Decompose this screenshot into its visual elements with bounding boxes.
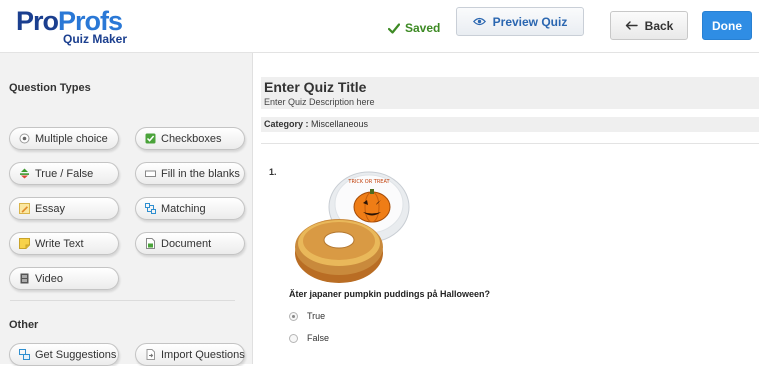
question-number: 1. (269, 167, 277, 177)
video-label: Video (35, 272, 63, 285)
back-label: Back (644, 18, 674, 33)
radio-icon (19, 133, 30, 144)
checkbox-icon (145, 133, 156, 144)
pudding-graphic (295, 219, 383, 283)
quiz-description-field[interactable]: Enter Quiz Description here (264, 97, 375, 107)
note-icon (19, 238, 30, 249)
saved-status: Saved (388, 21, 440, 35)
matching-label: Matching (161, 202, 206, 215)
document-button[interactable]: Document (135, 232, 245, 255)
saved-label: Saved (405, 21, 441, 35)
arrow-left-icon (625, 21, 638, 30)
answer-false-label: False (307, 333, 330, 343)
top-bar: ProProfs Quiz Maker Saved Preview Quiz B… (0, 0, 759, 53)
answer-true-label: True (307, 311, 326, 321)
video-button[interactable]: Video (9, 267, 119, 290)
logo-pro: Pro (16, 6, 59, 36)
done-label: Done (712, 18, 742, 33)
answer-option-true[interactable]: True (289, 311, 325, 321)
answer-option-false[interactable]: False (289, 333, 329, 343)
checkboxes-label: Checkboxes (161, 132, 222, 145)
import-questions-button[interactable]: Import Questions (135, 343, 245, 366)
essay-label: Essay (35, 202, 65, 215)
film-icon (19, 273, 30, 284)
multiple-choice-label: Multiple choice (35, 132, 108, 145)
fill-in-the-blanks-label: Fill in the blanks (161, 167, 240, 180)
write-text-label: Write Text (35, 237, 84, 250)
eye-icon (472, 17, 486, 26)
true-false-icon (19, 168, 30, 179)
question-text[interactable]: Äter japaner pumpkin puddings på Hallowe… (289, 289, 490, 299)
get-suggestions-label: Get Suggestions (35, 348, 117, 361)
suggestions-icon (19, 349, 30, 360)
true-false-label: True / False (35, 167, 94, 180)
true-false-button[interactable]: True / False (9, 162, 119, 185)
fill-in-the-blanks-button[interactable]: Fill in the blanks (135, 162, 245, 185)
done-button[interactable]: Done (702, 11, 752, 40)
proprofs-logo[interactable]: ProProfs Quiz Maker (16, 6, 146, 48)
import-icon (145, 349, 156, 360)
back-button[interactable]: Back (610, 11, 688, 40)
document-label: Document (161, 237, 212, 250)
category-text: Category : Miscellaneous (264, 117, 368, 132)
quiz-title-field[interactable]: Enter Quiz Title (264, 79, 366, 95)
matching-icon (145, 203, 156, 214)
import-questions-label: Import Questions (161, 348, 245, 361)
category-label: Category : (264, 119, 309, 129)
preview-quiz-label: Preview Quiz (492, 14, 568, 29)
blank-field-icon (145, 168, 156, 179)
image-lid-text: TRICK OR TREAT (347, 179, 390, 185)
write-text-button[interactable]: Write Text (9, 232, 119, 255)
question-types-sidebar: Question Types Multiple choice Checkboxe… (0, 53, 253, 366)
quiz-editor: Enter Quiz Title Enter Quiz Description … (253, 53, 759, 364)
other-heading: Other (9, 319, 39, 331)
quiz-title-area[interactable]: Enter Quiz Title Enter Quiz Description … (261, 77, 759, 109)
question-image[interactable]: TRICK OR TREAT (291, 163, 411, 287)
radio-false[interactable] (289, 333, 298, 343)
document-icon (145, 238, 156, 249)
multiple-choice-button[interactable]: Multiple choice (9, 127, 119, 150)
checkboxes-button[interactable]: Checkboxes (135, 127, 245, 150)
matching-button[interactable]: Matching (135, 197, 245, 220)
question-types-heading: Question Types (9, 82, 91, 94)
pencil-icon (19, 203, 30, 214)
sidebar-divider (10, 300, 235, 301)
preview-quiz-button[interactable]: Preview Quiz (456, 7, 584, 36)
main-divider (261, 143, 759, 144)
get-suggestions-button[interactable]: Get Suggestions (9, 343, 119, 366)
essay-button[interactable]: Essay (9, 197, 119, 220)
radio-true[interactable] (289, 311, 298, 321)
logo-subtitle: Quiz Maker (63, 32, 128, 46)
category-row[interactable]: Category : Miscellaneous (261, 117, 759, 132)
category-value: Miscellaneous (311, 119, 369, 129)
checkmark-icon (388, 22, 400, 34)
